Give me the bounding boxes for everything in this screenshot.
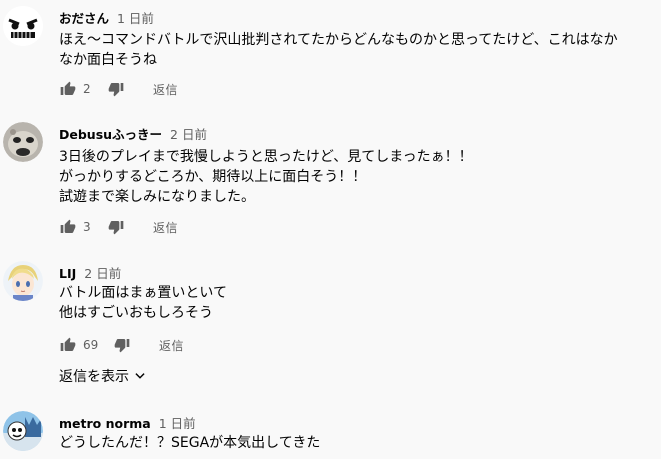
comment-author[interactable]: LIJ: [59, 266, 76, 281]
comment-author[interactable]: おださん: [59, 11, 109, 26]
reply-button[interactable]: 返信: [153, 219, 178, 236]
thumbs-up-icon[interactable]: [59, 80, 77, 98]
thumbs-down-icon[interactable]: [107, 218, 125, 236]
avatar[interactable]: [3, 411, 43, 451]
comment-text: 3日後のプレイまで我慢しようと思ったけど、見てしまったぁ！！ がっかりするどころ…: [59, 147, 649, 207]
comment-time[interactable]: 1 日前: [117, 11, 154, 26]
comment-text-line: がっかりするどころか、期待以上に面白そう！！: [59, 169, 367, 185]
thumbs-up-icon[interactable]: [59, 218, 77, 236]
like-count: 69: [83, 338, 99, 352]
like-count: 2: [83, 82, 91, 96]
avatar[interactable]: [3, 261, 43, 301]
reply-button[interactable]: 返信: [153, 81, 178, 98]
thumbs-down-icon[interactable]: [107, 80, 125, 98]
thumbs-down-icon[interactable]: [113, 336, 131, 354]
comment-text: バトル面はまぁ置いといて 他はすごいおもしろそう: [59, 283, 649, 323]
show-replies-button[interactable]: 返信を表示: [59, 366, 147, 386]
comment-text-line: 他はすごいおもしろそう: [59, 305, 213, 321]
comment-text: どうしたんだ！？SEGAが本気出してきた: [59, 433, 649, 453]
comment-text-line: バトル面はまぁ置いといて: [59, 285, 227, 301]
show-replies-label: 返信を表示: [59, 369, 129, 385]
comment-text-line: どうしたんだ！？SEGAが本気出してきた: [59, 435, 321, 451]
comment-text-line: なか面白そうね: [59, 52, 157, 68]
comment-author[interactable]: metro norma: [59, 416, 151, 431]
thumbs-up-icon[interactable]: [59, 336, 77, 354]
reply-button[interactable]: 返信: [159, 337, 184, 354]
comment-author[interactable]: Debusuふっきー: [59, 127, 162, 142]
comment-text-line: ほえ～コマンドバトルで沢山批判されてたからどんなものかと思ってたけど、これはなか: [59, 32, 618, 48]
comment-text-line: 試遊まで楽しみになりました。: [59, 189, 255, 205]
comment-text-line: 3日後のプレイまで我慢しようと思ったけど、見てしまったぁ！！: [59, 149, 473, 165]
like-count: 3: [83, 220, 91, 234]
avatar[interactable]: [3, 6, 43, 46]
comment-time[interactable]: 2 日前: [170, 127, 207, 142]
comment-time[interactable]: 2 日前: [84, 266, 121, 281]
comment-time[interactable]: 1 日前: [159, 416, 196, 431]
avatar[interactable]: [3, 122, 43, 162]
comment-text: ほえ～コマンドバトルで沢山批判されてたからどんなものかと思ってたけど、これはなか…: [59, 30, 649, 70]
chevron-down-icon: [133, 369, 147, 383]
